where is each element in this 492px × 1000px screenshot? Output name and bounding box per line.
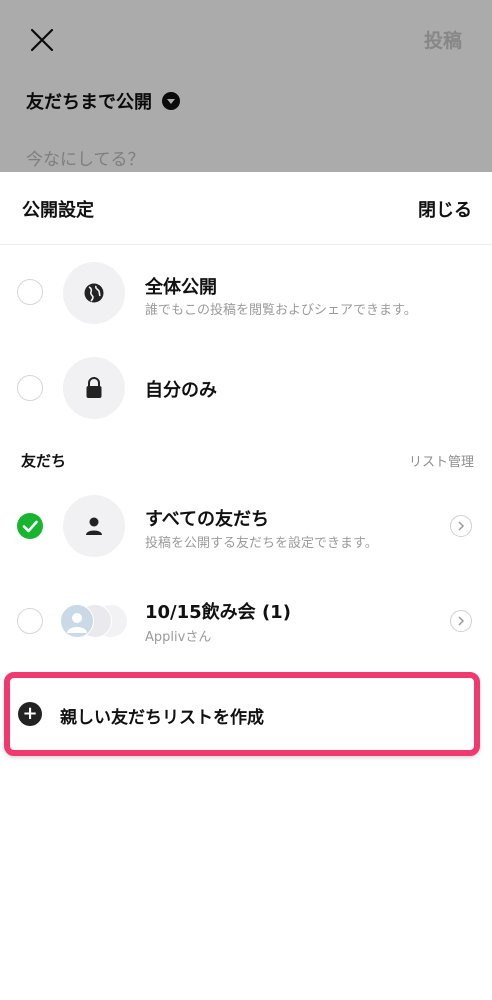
plus-icon: + (18, 702, 42, 726)
avatar-group (60, 604, 130, 638)
option-title: 全体公開 (145, 277, 217, 298)
option-subtitle: Applivさん (145, 630, 212, 645)
option-only-me[interactable]: 自分のみ (0, 342, 492, 434)
option-title: 10/15飲み会 (1) (145, 602, 291, 623)
person-icon (63, 495, 125, 557)
radio-all-friends[interactable] (17, 513, 43, 539)
chevron-right-icon[interactable] (450, 610, 472, 632)
chevron-right-icon[interactable] (450, 515, 472, 537)
option-subtitle: 投稿を公開する友だちを設定できます。 (145, 536, 378, 551)
sheet-header: 公開設定 閉じる (0, 172, 492, 245)
radio-friend-list[interactable] (17, 608, 43, 634)
globe-icon (63, 262, 125, 324)
option-all-friends[interactable]: すべての友だち 投稿を公開する友だちを設定できます。 (0, 480, 492, 572)
manage-lists-link[interactable]: リスト管理 (409, 451, 474, 470)
check-icon (22, 520, 38, 533)
radio-public[interactable] (17, 279, 43, 305)
avatar (60, 604, 94, 638)
option-title: 自分のみ (145, 380, 217, 401)
lock-icon (63, 357, 125, 419)
dim-overlay[interactable] (0, 0, 492, 172)
option-public[interactable]: 全体公開 誰でもこの投稿を閲覧およびシェアできます。 (0, 246, 492, 338)
create-friend-list-button[interactable]: + 親しい友だちリストを作成 (4, 672, 480, 756)
close-button[interactable]: 閉じる (418, 196, 472, 222)
sheet-title: 公開設定 (22, 200, 94, 221)
friends-section-header: 友だち リスト管理 (0, 450, 492, 472)
section-label: 友だち (21, 452, 67, 470)
person-icon (67, 613, 87, 633)
option-title: すべての友だち (145, 509, 270, 530)
option-subtitle: 誰でもこの投稿を閲覧およびシェアできます。 (145, 303, 417, 318)
create-list-label: 親しい友だちリストを作成 (60, 708, 264, 728)
radio-only-me[interactable] (17, 375, 43, 401)
